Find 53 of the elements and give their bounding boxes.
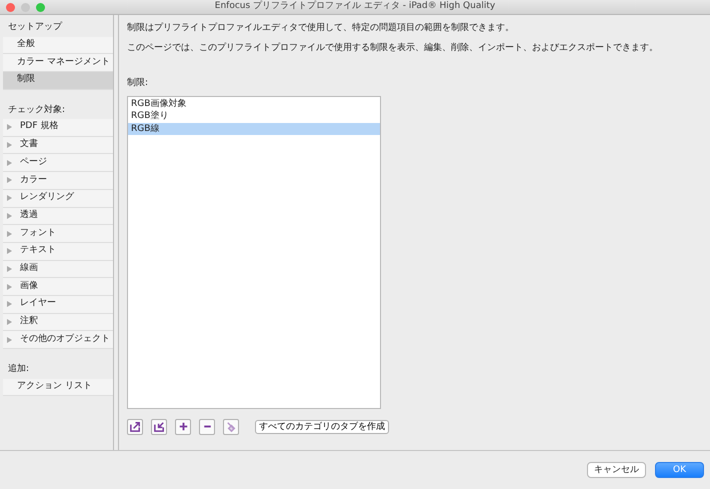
collapsed-icon[interactable] xyxy=(7,177,12,184)
sidebar-item[interactable]: 画像 xyxy=(3,278,113,296)
collapsed-icon[interactable] xyxy=(7,212,12,219)
export-button[interactable] xyxy=(127,418,143,434)
section-heading: 追加: xyxy=(7,362,30,376)
list-item[interactable]: RGB線 xyxy=(128,122,380,135)
collapsed-icon[interactable] xyxy=(7,124,12,130)
zoom-button[interactable] xyxy=(36,3,45,12)
section-heading: チェック対象: xyxy=(7,104,66,117)
sidebar-item[interactable]: テキスト xyxy=(3,242,113,261)
sidebar-item[interactable]: 透過 xyxy=(3,208,113,226)
description-text: 制限はプリフライトプロファイルエディタで使用して、特定の問題項目の範囲を制限できます。 xyxy=(127,22,515,35)
sidebar-item[interactable]: 文書 xyxy=(3,136,113,154)
list-label: 制限: xyxy=(127,77,150,90)
sidebar-item[interactable]: 全般 xyxy=(3,36,113,54)
create-tabs-button[interactable]: すべてのカテゴリのタブを作成 xyxy=(255,420,389,434)
restriction-list[interactable]: RGB画像対象 RGB塗り RGB線 xyxy=(127,96,381,408)
close-button[interactable] xyxy=(6,3,15,12)
sidebar-item[interactable]: PDF 規格 xyxy=(3,119,113,137)
section-heading: セットアップ xyxy=(7,20,64,34)
sidebar-item[interactable]: フォント xyxy=(3,225,113,243)
import-icon xyxy=(152,420,166,433)
sidebar-item[interactable]: 注釈 xyxy=(3,314,113,332)
collapsed-icon[interactable] xyxy=(7,301,12,308)
sidebar-item[interactable]: その他のオブジェクト xyxy=(3,331,113,349)
sidebar-item[interactable]: 線画 xyxy=(3,260,113,278)
sidebar-item[interactable]: カラー マネージメント xyxy=(3,54,113,72)
minimize-button[interactable] xyxy=(21,3,30,12)
list-item[interactable]: RGB画像対象 xyxy=(128,98,380,110)
remove-button[interactable] xyxy=(199,418,215,434)
sidebar-item[interactable]: ページ xyxy=(3,154,113,172)
collapsed-icon[interactable] xyxy=(7,160,12,166)
collapsed-icon[interactable] xyxy=(7,336,12,343)
collapsed-icon[interactable] xyxy=(7,230,12,237)
export-icon xyxy=(128,420,142,433)
sidebar-item[interactable]: アクション リスト xyxy=(3,378,113,396)
collapsed-icon[interactable] xyxy=(7,266,12,272)
sidebar-item[interactable]: レンダリング xyxy=(3,190,113,208)
collapsed-icon[interactable] xyxy=(7,248,12,254)
collapsed-icon[interactable] xyxy=(7,195,12,202)
collapsed-icon[interactable] xyxy=(7,284,12,290)
collapsed-icon[interactable] xyxy=(7,318,12,325)
list-item[interactable]: RGB塗り xyxy=(128,110,380,122)
brush-icon xyxy=(224,420,238,433)
import-button[interactable] xyxy=(151,418,167,434)
sidebar-item[interactable]: 制限 xyxy=(3,72,113,90)
description-text: このページでは、このプリフライトプロファイルで使用する制限を表示、編集、削除、インポート、およびエクスポートできます。 xyxy=(127,42,659,54)
cancel-button[interactable]: キャンセル xyxy=(587,462,646,478)
sidebar-item[interactable]: レイヤー xyxy=(3,296,113,314)
sidebar-item[interactable]: カラー xyxy=(3,172,113,190)
add-button[interactable] xyxy=(175,418,191,434)
window-title: Enfocus プリフライトプロファイル エディタ - iPad® High Quality xyxy=(214,0,496,14)
collapsed-icon[interactable] xyxy=(7,142,12,148)
